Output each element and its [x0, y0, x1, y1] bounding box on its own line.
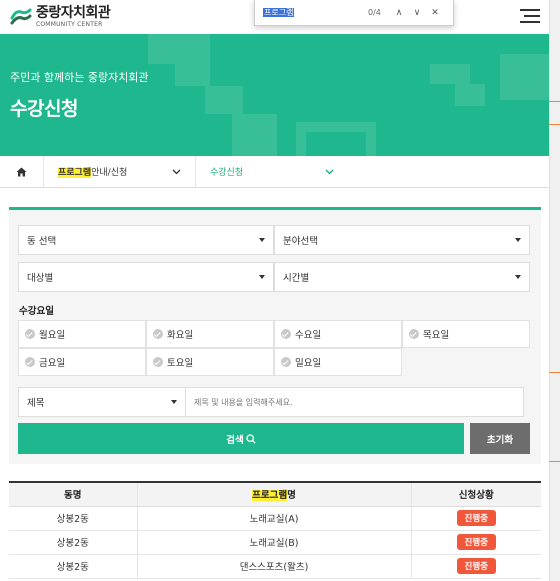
- title-select[interactable]: 제목: [18, 387, 186, 417]
- caret-down-icon: [515, 275, 521, 279]
- table-row[interactable]: 상봉2동 댄스스포츠(왈츠) 진행중: [9, 554, 541, 579]
- day-fri[interactable]: 금요일: [18, 348, 146, 376]
- search-icon: [246, 433, 256, 444]
- page-title: 수강신청: [10, 98, 78, 120]
- logo-title: 중랑자치회관: [36, 5, 111, 21]
- day-wed[interactable]: 수요일: [274, 320, 402, 348]
- target-select[interactable]: 대상별: [18, 262, 274, 292]
- check-icon: [25, 357, 35, 367]
- home-icon[interactable]: [0, 155, 44, 188]
- caret-down-icon: [259, 275, 265, 279]
- program-table: 동명 프로그램명 신청상황 상봉2동 노래교실(A) 진행중 상봉2동 노래교실…: [9, 481, 541, 579]
- find-close-icon[interactable]: ✕: [426, 4, 444, 22]
- breadcrumb-label: 안내/신청: [91, 168, 128, 178]
- day-mon[interactable]: 월요일: [18, 320, 146, 348]
- logo-mark-icon: [10, 7, 32, 27]
- day-sat[interactable]: 토요일: [146, 348, 274, 376]
- check-icon: [153, 357, 163, 367]
- logo-subtitle: COMMUNITY CENTER: [36, 21, 103, 28]
- caret-down-icon: [515, 238, 521, 242]
- chevron-down-icon: [172, 169, 181, 174]
- status-badge: 진행중: [456, 534, 496, 550]
- table-row[interactable]: 상봉2동 노래교실(B) 진행중: [9, 530, 541, 555]
- col-header-program: 프로그램명: [136, 481, 412, 507]
- col-header-dong: 동명: [9, 481, 137, 507]
- find-match-marker: [549, 461, 560, 462]
- breadcrumb: 프로그램안내/신청 수강신청: [0, 155, 549, 188]
- table-row[interactable]: 상봉2동 노래교실(A) 진행중: [9, 506, 541, 531]
- col-header-status: 신청상황: [411, 481, 541, 507]
- dong-select[interactable]: 동 선택: [18, 225, 274, 255]
- field-select[interactable]: 분야선택: [274, 225, 530, 255]
- breadcrumb-program-menu[interactable]: 프로그램안내/신청: [44, 155, 196, 188]
- menu-icon[interactable]: [520, 9, 540, 23]
- find-input[interactable]: 프로그램: [263, 7, 358, 18]
- caret-down-icon: [259, 238, 265, 242]
- site-logo[interactable]: 중랑자치회관 COMMUNITY CENTER: [10, 5, 111, 28]
- hero-banner: 주민과 함께하는 중랑자치회관 수강신청: [0, 34, 549, 156]
- find-bar: 프로그램 0/4 ∧ ∨ ✕: [254, 0, 454, 26]
- status-badge: 진행중: [456, 510, 496, 526]
- time-select[interactable]: 시간별: [274, 262, 530, 292]
- reset-button[interactable]: 초기화: [470, 423, 530, 454]
- hero-subtitle: 주민과 함께하는 중랑자치회관: [10, 71, 149, 84]
- breadcrumb-highlight: 프로그램: [58, 168, 92, 178]
- breadcrumb-current-menu[interactable]: 수강신청: [196, 156, 348, 188]
- days-label: 수강요일: [19, 306, 54, 317]
- keyword-input[interactable]: [186, 387, 524, 417]
- check-icon: [409, 329, 419, 339]
- check-icon: [25, 329, 35, 339]
- chevron-down-icon: [325, 169, 334, 174]
- day-sun[interactable]: 일요일: [274, 348, 402, 376]
- find-match-marker: [549, 124, 560, 125]
- find-prev-icon[interactable]: ∧: [390, 4, 408, 22]
- status-badge: 진행중: [456, 558, 496, 574]
- caret-down-icon: [171, 400, 177, 404]
- find-next-icon[interactable]: ∨: [408, 4, 426, 22]
- search-panel: 동 선택 분야선택 대상별 시간별 수강요일 월요일 화요일 수요일 목요일 금…: [9, 207, 541, 464]
- breadcrumb-current-label: 수강신청: [210, 168, 244, 178]
- find-match-marker: [549, 101, 560, 102]
- day-thu[interactable]: 목요일: [402, 320, 530, 348]
- scrollbar[interactable]: [549, 0, 560, 581]
- check-icon: [281, 329, 291, 339]
- find-count: 0/4: [368, 8, 381, 17]
- day-tue[interactable]: 화요일: [146, 320, 274, 348]
- search-button[interactable]: 검색: [18, 423, 464, 454]
- find-match-marker: [549, 372, 560, 373]
- check-icon: [281, 357, 291, 367]
- check-icon: [153, 329, 163, 339]
